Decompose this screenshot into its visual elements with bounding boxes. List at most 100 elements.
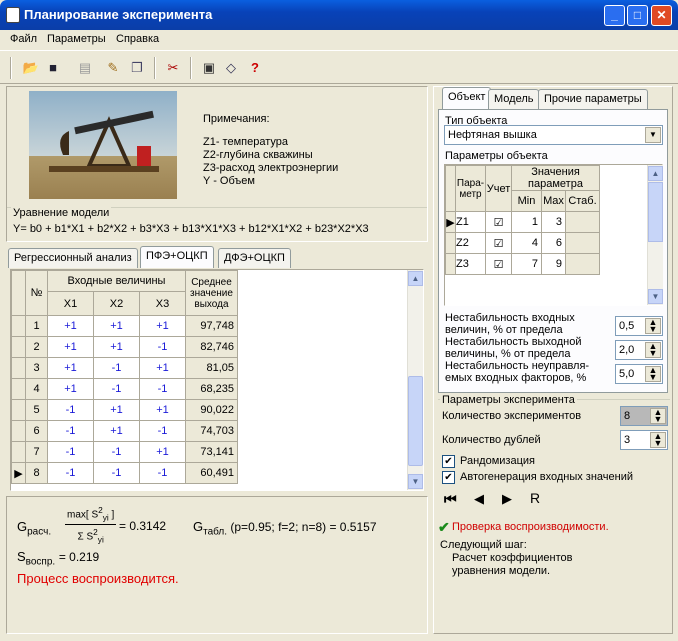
use-checkbox[interactable]: ☑ <box>485 211 512 233</box>
param-row[interactable]: Z3 ☑ 7 9 <box>445 253 600 275</box>
tab-regression[interactable]: Регрессионный анализ <box>8 248 138 268</box>
spin-arrows-icon[interactable]: ▲ ▼ <box>650 432 666 448</box>
param-name: Z2 <box>455 232 486 254</box>
scroll-up-icon[interactable]: ▲ <box>408 271 423 286</box>
cell-x1[interactable]: -1 <box>47 462 94 484</box>
tab-dfe[interactable]: ДФЭ+ОЦКП <box>218 248 291 268</box>
scroll-thumb[interactable] <box>648 182 663 242</box>
tab-other[interactable]: Прочие параметры <box>538 89 648 109</box>
param-min[interactable]: 1 <box>511 211 542 233</box>
param-stab[interactable] <box>565 253 600 275</box>
table-row[interactable]: ▶ 8 -1 -1 -1 60,491 <box>11 462 238 484</box>
copy-icon[interactable]: ❐ <box>128 59 146 77</box>
cell-x3[interactable]: +1 <box>139 441 186 463</box>
col-x1: X1 <box>47 291 94 316</box>
scroll-up-icon[interactable]: ▲ <box>648 166 663 181</box>
exp-count-spinner[interactable]: 8 ▲ ▼ <box>620 406 668 426</box>
use-checkbox[interactable]: ☑ <box>485 232 512 254</box>
menu-file[interactable]: Файл <box>10 33 37 45</box>
param-max[interactable]: 3 <box>541 211 566 233</box>
table-row[interactable]: 2 +1 +1 -1 82,746 <box>11 336 238 358</box>
dup-count-spinner[interactable]: 3 ▲ ▼ <box>620 430 668 450</box>
cell-x2[interactable]: +1 <box>93 399 140 421</box>
tools-icon[interactable]: ✂ <box>164 59 182 77</box>
cell-x2[interactable]: -1 <box>93 357 140 379</box>
scroll-down-icon[interactable]: ▼ <box>648 289 663 304</box>
tab-model[interactable]: Модель <box>488 89 540 109</box>
cell-x3[interactable]: +1 <box>139 399 186 421</box>
print-icon[interactable]: ▤ <box>76 59 94 77</box>
cell-x1[interactable]: -1 <box>47 399 94 421</box>
params-scrollbar[interactable]: ▲ ▼ <box>647 165 663 305</box>
minimize-button[interactable]: _ <box>604 5 625 26</box>
param-max[interactable]: 9 <box>541 253 566 275</box>
cell-x1[interactable]: -1 <box>47 441 94 463</box>
use-checkbox[interactable]: ☑ <box>485 253 512 275</box>
nav-next-button[interactable]: ▶ <box>502 491 512 507</box>
spin-arrows-icon[interactable]: ▲ ▼ <box>645 318 661 334</box>
cell-x2[interactable]: -1 <box>93 462 140 484</box>
table-scrollbar[interactable]: ▲ ▼ <box>407 270 423 490</box>
tab-pfe[interactable]: ПФЭ+ОЦКП <box>140 246 214 268</box>
cell-x1[interactable]: +1 <box>47 336 94 358</box>
cell-x1[interactable]: +1 <box>47 315 94 337</box>
camera-icon[interactable]: ▣ <box>200 59 218 77</box>
notes-title: Примечания: <box>203 113 270 125</box>
save-icon[interactable]: ■ <box>44 59 62 77</box>
table-row[interactable]: 6 -1 +1 -1 74,703 <box>11 420 238 442</box>
cell-x2[interactable]: -1 <box>93 378 140 400</box>
menu-params[interactable]: Параметры <box>47 33 106 45</box>
chevron-down-icon[interactable]: ▼ <box>645 127 661 143</box>
instab-spinner[interactable]: 0,5 ▲ ▼ <box>615 316 663 336</box>
spin-arrows-icon[interactable]: ▲ ▼ <box>650 408 666 424</box>
cell-x3[interactable]: -1 <box>139 462 186 484</box>
param-row[interactable]: Z2 ☑ 4 6 <box>445 232 600 254</box>
random-checkbox[interactable]: ✔ <box>442 455 455 468</box>
cell-x3[interactable]: -1 <box>139 378 186 400</box>
cell-x3[interactable]: +1 <box>139 315 186 337</box>
cell-x3[interactable]: -1 <box>139 420 186 442</box>
cell-x1[interactable]: +1 <box>47 378 94 400</box>
param-stab[interactable] <box>565 211 600 233</box>
cell-x2[interactable]: +1 <box>93 315 140 337</box>
row-indicator <box>11 336 26 358</box>
instab-spinner[interactable]: 5,0 ▲ ▼ <box>615 364 663 384</box>
scroll-down-icon[interactable]: ▼ <box>408 474 423 489</box>
table-row[interactable]: 3 +1 -1 +1 81,05 <box>11 357 238 379</box>
table-row[interactable]: 5 -1 +1 +1 90,022 <box>11 399 238 421</box>
cell-x1[interactable]: +1 <box>47 357 94 379</box>
tab-object[interactable]: Объект <box>442 87 492 109</box>
spin-arrows-icon[interactable]: ▲ ▼ <box>645 342 661 358</box>
param-min[interactable]: 4 <box>511 232 542 254</box>
cell-x2[interactable]: +1 <box>93 336 140 358</box>
menu-help[interactable]: Справка <box>116 33 159 45</box>
table-row[interactable]: 1 +1 +1 +1 97,748 <box>11 315 238 337</box>
param-row[interactable]: ▶ Z1 ☑ 1 3 <box>445 211 600 233</box>
scroll-thumb[interactable] <box>408 376 423 466</box>
maximize-button[interactable]: □ <box>627 5 648 26</box>
help-icon[interactable]: ? <box>246 59 264 77</box>
open-icon[interactable]: 📂 <box>22 59 40 77</box>
export-icon[interactable]: ✎ <box>104 59 122 77</box>
cell-x1[interactable]: -1 <box>47 420 94 442</box>
cell-x3[interactable]: +1 <box>139 357 186 379</box>
param-max[interactable]: 6 <box>541 232 566 254</box>
table-row[interactable]: 4 +1 -1 -1 68,235 <box>11 378 238 400</box>
random-label: Рандомизация <box>460 455 535 467</box>
cell-x3[interactable]: -1 <box>139 336 186 358</box>
nav-prev-button[interactable]: ◀ <box>474 491 484 507</box>
close-button[interactable]: ✕ <box>651 5 672 26</box>
object-type-select[interactable]: Нефтяная вышка ▼ <box>444 125 663 145</box>
cell-x2[interactable]: +1 <box>93 420 140 442</box>
nav-reset-button[interactable]: R <box>530 490 540 506</box>
spin-arrows-icon[interactable]: ▲ ▼ <box>645 366 661 382</box>
instab-spinner[interactable]: 2,0 ▲ ▼ <box>615 340 663 360</box>
param-stab[interactable] <box>565 232 600 254</box>
autogen-checkbox[interactable]: ✔ <box>442 471 455 484</box>
cell-x2[interactable]: -1 <box>93 441 140 463</box>
nav-first-button[interactable]: ⏮ <box>444 491 457 508</box>
param-min[interactable]: 7 <box>511 253 542 275</box>
plan-grid: № Входные величины Среднее значение выхо… <box>11 270 238 484</box>
book-icon[interactable]: ◇ <box>222 59 240 77</box>
table-row[interactable]: 7 -1 -1 +1 73,141 <box>11 441 238 463</box>
